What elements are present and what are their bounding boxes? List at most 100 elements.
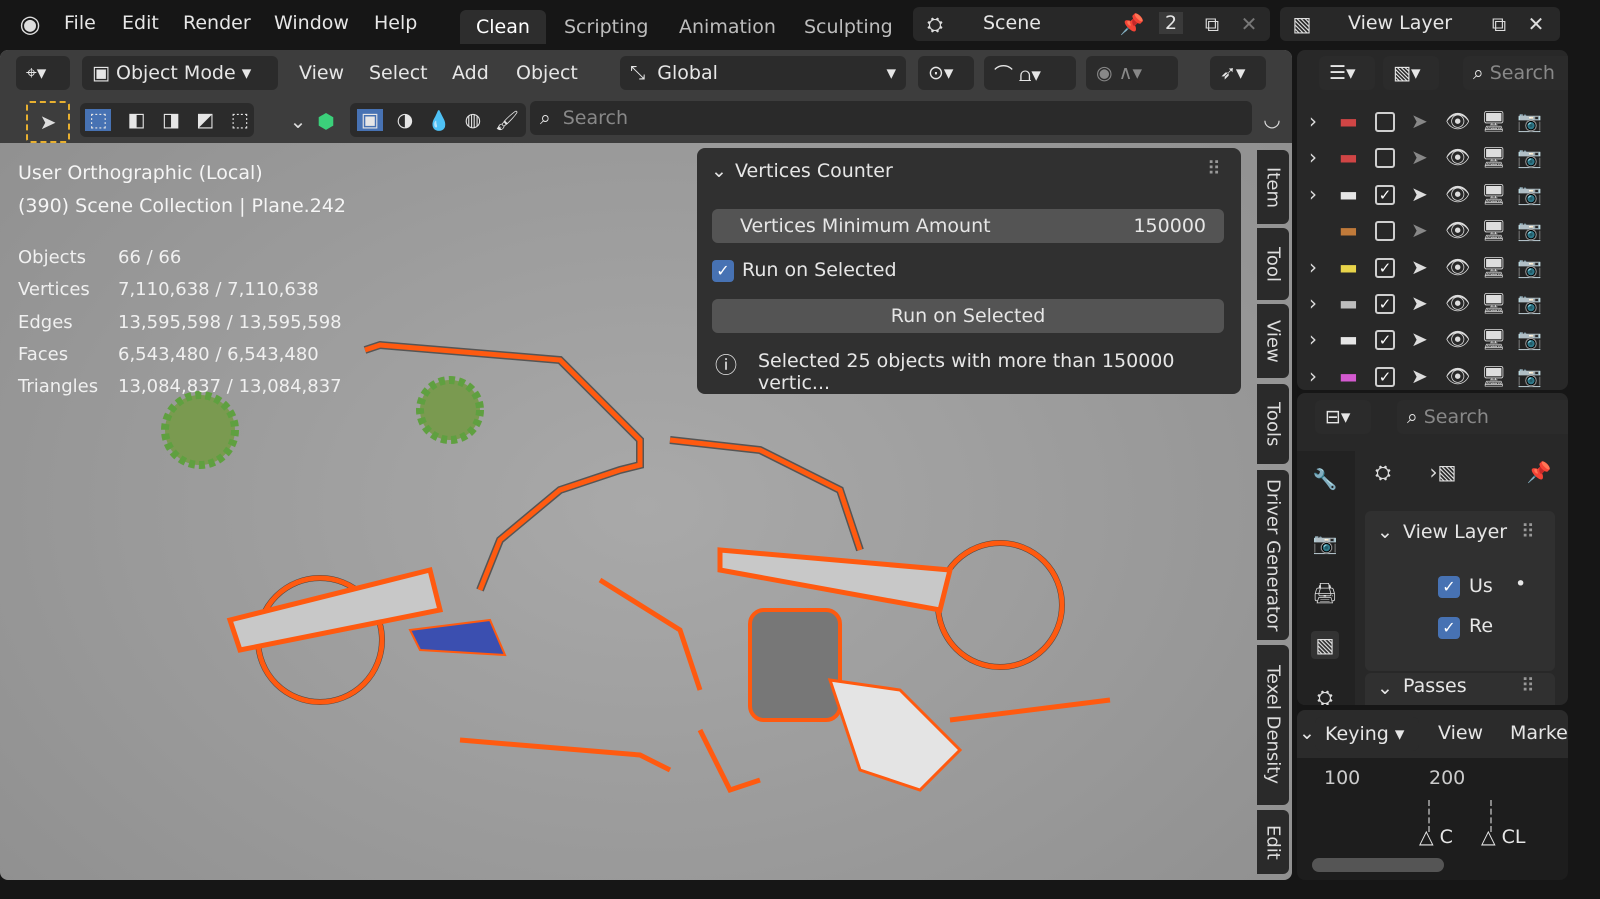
select-extend-icon[interactable]: ◧ (128, 109, 146, 131)
exclude-checkbox[interactable]: ✓ (1375, 330, 1395, 351)
scene-icon[interactable]: ⛭ (1311, 683, 1339, 705)
workspace-tab-sculpting[interactable]: Sculpting (788, 10, 909, 44)
eye-icon[interactable]: 👁 (1445, 327, 1470, 351)
marker-cl[interactable]: △ CL (1481, 826, 1526, 848)
tool-icon[interactable]: 🔧 (1311, 465, 1339, 493)
expand-arrow-icon[interactable]: › (1309, 327, 1317, 351)
chevron-down-icon[interactable]: ⌄ (1377, 521, 1393, 543)
outliner-row[interactable]: › ▬ ✓ ➤ 👁 🖥 📷 (1297, 250, 1568, 286)
camera-icon[interactable]: 📷 (1517, 182, 1542, 206)
camera-icon[interactable]: 📷 (1517, 109, 1542, 133)
eye-icon[interactable]: 👁 (1445, 255, 1470, 279)
proportional-editing-toggle[interactable]: ◉ ∧▾ (1086, 56, 1178, 90)
tab-texel-density[interactable]: Texel Density (1257, 645, 1289, 805)
menu-window[interactable]: Window (274, 12, 349, 34)
selectable-icon[interactable]: ➤ (1411, 218, 1428, 242)
selectable-icon[interactable]: ➤ (1411, 145, 1428, 169)
wireframe-icon[interactable]: ▣ (356, 109, 383, 131)
run-on-selected-button[interactable]: Run on Selected (712, 299, 1224, 333)
selectable-icon[interactable]: ➤ (1411, 255, 1428, 279)
tab-item[interactable]: Item (1257, 150, 1289, 224)
keying-dropdown[interactable]: Keying ▾ (1315, 717, 1419, 751)
mode-dropdown[interactable]: ▣ Object Mode ▾ (82, 56, 278, 90)
use-for-rendering-checkbox[interactable]: ✓ (1438, 576, 1460, 598)
workspace-tab-clean[interactable]: Clean (460, 10, 546, 44)
camera-icon[interactable]: 📷 (1517, 255, 1542, 279)
run-on-selected-checkbox[interactable]: ✓ (712, 260, 734, 282)
camera-icon[interactable]: 📷 (1517, 145, 1542, 169)
eye-icon[interactable]: 👁 (1445, 364, 1470, 388)
render-icon[interactable]: 📷 (1311, 529, 1339, 557)
panel-title[interactable]: Vertices Counter (735, 160, 893, 182)
collapse-icon[interactable]: ◡ (1258, 105, 1286, 133)
camera-icon[interactable]: 📷 (1517, 218, 1542, 242)
chevron-down-icon[interactable]: ⌄ (711, 160, 727, 182)
exclude-checkbox[interactable]: ✓ (1375, 184, 1395, 205)
camera-icon[interactable]: 📷 (1517, 364, 1542, 388)
drag-handle-icon[interactable]: ⠿ (1521, 521, 1535, 543)
monitor-icon[interactable]: 🖥 (1481, 327, 1506, 351)
outliner-row[interactable]: › ▬ ✓ ➤ 👁 🖥 📷 (1297, 359, 1568, 390)
rendered-icon[interactable]: ◍ (465, 109, 482, 131)
editor-type-button[interactable]: ⌖▾ (16, 56, 70, 90)
solid-icon[interactable]: ◑ (397, 109, 414, 131)
search-input[interactable]: ⌕ Search (530, 101, 1252, 135)
menu-marker[interactable]: Marke (1510, 722, 1568, 744)
expand-arrow-icon[interactable]: › (1309, 109, 1317, 133)
exclude-checkbox[interactable]: ✓ (1375, 294, 1395, 314)
chevron-down-icon[interactable]: ⌄ (284, 107, 312, 135)
outliner-row[interactable]: › ▬ ✓ ➤ 👁 🖥 📷 (1297, 322, 1568, 358)
menu-view[interactable]: View (299, 62, 344, 84)
outliner-row[interactable]: › ▬ ➤ 👁 🖥 📷 (1297, 140, 1568, 176)
selectable-icon[interactable]: ➤ (1411, 182, 1428, 206)
cleanup-icon[interactable]: 🖌 (495, 109, 519, 132)
monitor-icon[interactable]: 🖥 (1481, 182, 1506, 206)
outliner-search[interactable]: ⌕ Search (1463, 56, 1568, 90)
horizontal-scrollbar[interactable] (1312, 858, 1444, 872)
tab-driver-generator[interactable]: Driver Generator (1257, 470, 1289, 640)
render-single-layer-checkbox[interactable]: ✓ (1438, 617, 1460, 639)
exclude-checkbox[interactable] (1375, 148, 1395, 169)
tab-view[interactable]: View (1257, 304, 1289, 378)
menu-add[interactable]: Add (452, 62, 489, 84)
editor-type-button[interactable]: ⊟▾ (1315, 400, 1371, 434)
selectable-icon[interactable]: ➤ (1411, 291, 1428, 315)
select-subtract-icon[interactable]: ◨ (162, 109, 180, 131)
pin-icon[interactable]: 📌 (1118, 10, 1146, 38)
select-invert-icon[interactable]: ◩ (196, 109, 214, 131)
marker-c[interactable]: △ C (1419, 826, 1453, 848)
vertices-minimum-field[interactable]: Vertices Minimum Amount 150000 (712, 209, 1224, 243)
menu-edit[interactable]: Edit (122, 12, 159, 34)
menu-file[interactable]: File (64, 12, 96, 34)
panel-title[interactable]: View Layer (1403, 521, 1507, 543)
menu-object[interactable]: Object (516, 62, 578, 84)
drag-handle-icon[interactable]: ⠿ (1521, 675, 1535, 697)
eye-icon[interactable]: 👁 (1445, 145, 1470, 169)
exclude-checkbox[interactable]: ✓ (1375, 257, 1395, 278)
close-icon[interactable]: ✕ (1522, 10, 1550, 38)
snap-toggle[interactable]: ⌒ ⩍▾ (984, 56, 1076, 90)
pivot-point-dropdown[interactable]: ⊙▾ (918, 56, 974, 90)
exclude-checkbox[interactable] (1375, 221, 1395, 242)
exclude-checkbox[interactable]: ✓ (1375, 366, 1395, 387)
new-view-layer-icon[interactable]: ⧉ (1485, 10, 1513, 38)
drag-handle-icon[interactable]: ⠿ (1207, 158, 1221, 180)
passes-panel[interactable]: ⌄ Passes ⠿ (1365, 673, 1555, 705)
blender-logo-icon[interactable]: ◉ (16, 10, 44, 38)
eye-icon[interactable]: 👁 (1445, 291, 1470, 315)
tab-edit[interactable]: Edit (1257, 810, 1289, 874)
pin-icon[interactable]: 📌 (1525, 458, 1553, 486)
scene-users-count[interactable]: 2 (1159, 12, 1184, 34)
expand-arrow-icon[interactable]: › (1309, 291, 1317, 315)
selectable-icon[interactable]: ➤ (1411, 327, 1428, 351)
view-layer-icon[interactable]: ▧ (1311, 631, 1339, 659)
tab-tools[interactable]: Tools (1257, 384, 1289, 464)
select-intersect-icon[interactable]: ⬚ (231, 109, 249, 131)
outliner-row[interactable]: › ▬ ➤ 👁 🖥 📷 (1297, 104, 1568, 140)
camera-icon[interactable]: 📷 (1517, 327, 1542, 351)
material-icon[interactable]: 💧 (427, 109, 451, 132)
color-picker-icon[interactable]: ⬢ (312, 107, 340, 135)
monitor-icon[interactable]: 🖥 (1481, 364, 1506, 388)
expand-arrow-icon[interactable]: › (1309, 255, 1317, 279)
scene-selector[interactable]: ⛭ Scene 📌 2 ⧉ ✕ (913, 7, 1270, 41)
